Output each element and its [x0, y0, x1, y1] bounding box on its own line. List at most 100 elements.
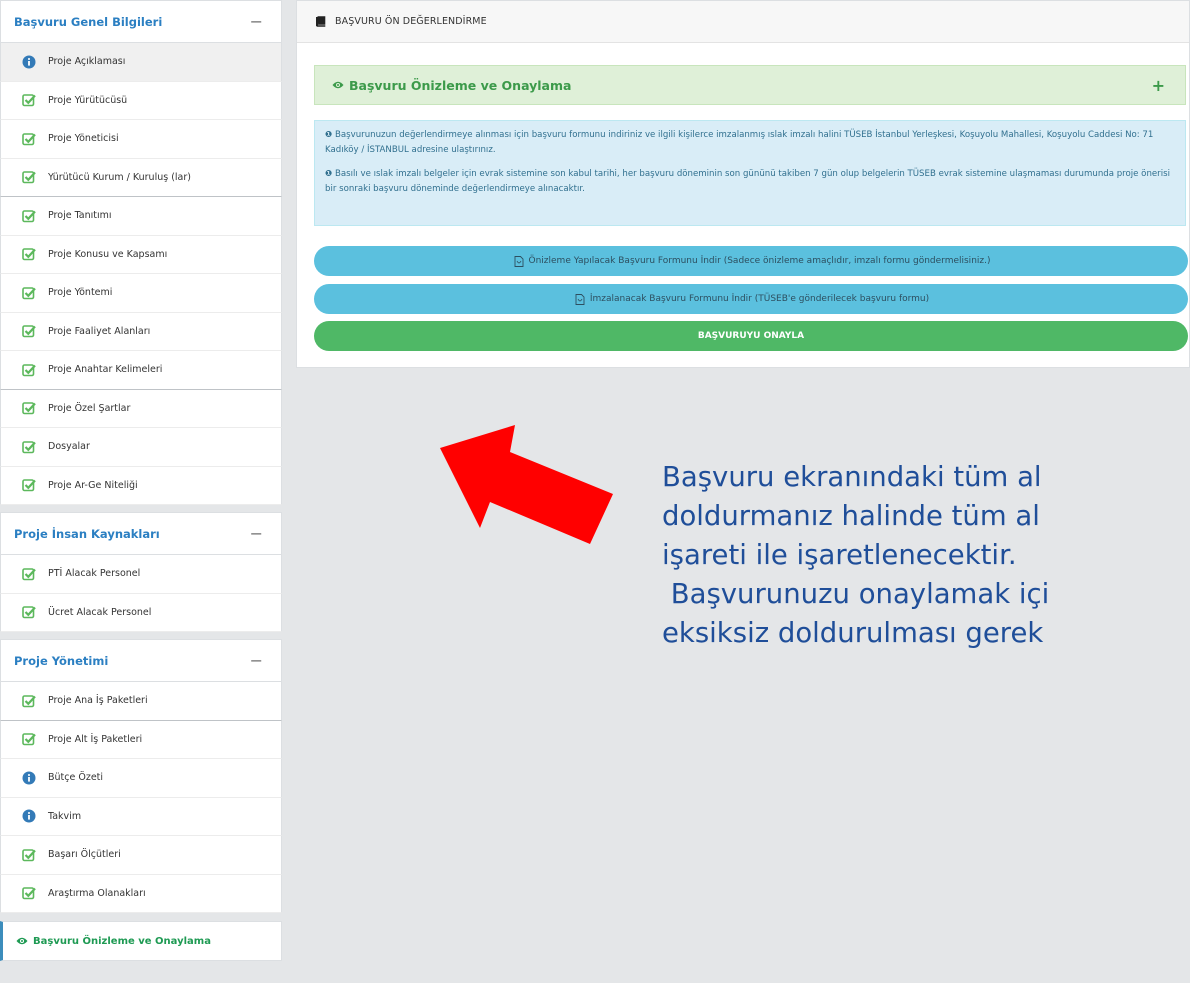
sidebar-item-dosyalar[interactable]: Dosyalar: [0, 428, 282, 467]
info-text-1: Başvurunuzun değerlendirmeye alınması iç…: [325, 130, 1154, 155]
check-icon: [22, 132, 36, 146]
sidebar-item-proje-ozel-sartlar[interactable]: Proje Özel Şartlar: [0, 389, 282, 428]
check-icon: [22, 93, 36, 107]
sidebar-item-label: Proje Konusu ve Kapsamı: [48, 248, 168, 260]
info-paragraph: ❶ Basılı ve ıslak imzalı belgeler için e…: [325, 167, 1175, 197]
approve-application-button[interactable]: BAŞVURUYU ONAYLA: [314, 321, 1188, 351]
button-label: BAŞVURUYU ONAYLA: [697, 331, 805, 341]
expand-icon[interactable]: +: [1152, 76, 1165, 95]
panel-header: BAŞVURU ÖN DEĞERLENDİRME: [297, 1, 1189, 43]
annotation-line: doldurmanız halinde tüm al: [662, 500, 1040, 532]
button-label: Önizleme Yapılacak Başvuru Formunu İndir…: [528, 256, 991, 266]
sidebar-item-label: Takvim: [48, 810, 82, 822]
sidebar-item-label: Proje Özel Şartlar: [48, 402, 131, 414]
sidebar-item-label: Proje Alt İş Paketleri: [48, 733, 143, 745]
sidebar-item-proje-yoneticisi[interactable]: Proje Yöneticisi: [0, 120, 282, 159]
sidebar-item-proje-faaliyet-alanlari[interactable]: Proje Faaliyet Alanları: [0, 312, 282, 351]
check-icon: [22, 401, 36, 415]
sidebar-item-proje-yurutucusu[interactable]: Proje Yürütücüsü: [0, 81, 282, 120]
sidebar-item-pti-alacak-personel[interactable]: PTİ Alacak Personel: [0, 555, 282, 594]
annotation-line: işareti ile işaretlenecektir.: [662, 539, 1017, 571]
sidebar-item-label: Yürütücü Kurum / Kuruluş (lar): [48, 171, 191, 183]
preview-approval-box[interactable]: Başvuru Önizleme ve Onaylama +: [314, 65, 1186, 105]
annotation-text: Başvuru ekranındaki tüm al doldurmanız h…: [662, 458, 1190, 653]
sidebar-item-label: Başarı Ölçütleri: [48, 849, 121, 861]
check-icon: [22, 324, 36, 338]
sidebar-item-label: Proje Faaliyet Alanları: [48, 325, 151, 337]
sidebar-item-label: Proje Ana İş Paketleri: [48, 695, 148, 707]
section-header-proje-yonetimi[interactable]: Proje Yönetimi −: [0, 639, 282, 682]
collapse-icon[interactable]: −: [250, 652, 263, 669]
sidebar-item-label: Ücret Alacak Personel: [48, 606, 152, 618]
check-icon: [22, 247, 36, 261]
sidebar-item-basvuru-onizleme[interactable]: Başvuru Önizleme ve Onaylama: [0, 921, 282, 961]
check-icon: [22, 886, 36, 900]
sidebar-item-label: Proje Yöneticisi: [48, 133, 119, 145]
sidebar-item-proje-ana-is-paketleri[interactable]: Proje Ana İş Paketleri: [0, 682, 282, 721]
check-icon: [22, 286, 36, 300]
sidebar-item-butce-ozeti[interactable]: Bütçe Özeti: [0, 759, 282, 798]
section-title: Başvuru Genel Bilgileri: [14, 14, 163, 29]
sidebar-item-arastirma-olanaklari[interactable]: Araştırma Olanakları: [0, 874, 282, 913]
sidebar-item-label: Bütçe Özeti: [48, 772, 104, 784]
check-icon: [22, 363, 36, 377]
sidebar-item-label: Araştırma Olanakları: [48, 887, 146, 899]
button-label: İmzalanacak Başvuru Formunu İndir (TÜSEB…: [589, 294, 930, 304]
check-icon: [22, 440, 36, 454]
sidebar: Başvuru Genel Bilgileri − Proje Açıklama…: [0, 0, 282, 983]
info-icon: [22, 809, 36, 823]
sidebar-item-proje-tanitimi[interactable]: Proje Tanıtımı: [0, 197, 282, 236]
collapse-icon[interactable]: −: [250, 525, 263, 542]
info-text-2: Basılı ve ıslak imzalı belgeler için evr…: [325, 169, 1170, 194]
check-icon: [22, 170, 36, 184]
section-title: Proje Yönetimi: [14, 653, 109, 668]
sidebar-item-takvim[interactable]: Takvim: [0, 797, 282, 836]
pdf-file-icon: [512, 254, 526, 268]
info-paragraph: ❶ Başvurunuzun değerlendirmeye alınması …: [325, 128, 1175, 158]
sidebar-item-proje-anahtar-kelimeleri[interactable]: Proje Anahtar Kelimeleri: [0, 351, 282, 390]
annotation-line: Başvuru ekranındaki tüm al: [662, 461, 1042, 493]
sidebar-item-label: Proje Ar-Ge Niteliği: [48, 479, 138, 491]
red-arrow-icon: [440, 425, 613, 544]
sidebar-item-label: Proje Tanıtımı: [48, 210, 112, 222]
sidebar-item-basari-olcutleri[interactable]: Başarı Ölçütleri: [0, 836, 282, 875]
sidebar-item-label: Başvuru Önizleme ve Onaylama: [33, 935, 211, 947]
sidebar-item-proje-alt-is-paketleri[interactable]: Proje Alt İş Paketleri: [0, 720, 282, 759]
section-title: Proje İnsan Kaynakları: [14, 526, 160, 541]
info-alert: ❶ Başvurunuzun değerlendirmeye alınması …: [314, 120, 1186, 226]
main-panel: BAŞVURU ÖN DEĞERLENDİRME Başvuru Önizlem…: [296, 0, 1190, 368]
sidebar-item-ucret-alacak-personel[interactable]: Ücret Alacak Personel: [0, 593, 282, 632]
sidebar-item-label: Proje Yöntemi: [48, 287, 113, 299]
info-icon: ❶: [325, 130, 333, 140]
sidebar-item-proje-yontemi[interactable]: Proje Yöntemi: [0, 274, 282, 313]
section-header-basvuru-genel-bilgileri[interactable]: Başvuru Genel Bilgileri −: [0, 0, 282, 43]
check-icon: [22, 848, 36, 862]
eye-icon: [331, 78, 345, 92]
sidebar-item-label: Proje Açıklaması: [48, 56, 126, 68]
pdf-file-icon: [573, 292, 587, 306]
info-icon: [22, 55, 36, 69]
annotation-line: Başvurunuzu onaylamak içi: [662, 578, 1050, 610]
sidebar-item-yurutucu-kurum[interactable]: Yürütücü Kurum / Kuruluş (lar): [0, 158, 282, 197]
check-icon: [22, 567, 36, 581]
sidebar-item-proje-ar-ge-niteligi[interactable]: Proje Ar-Ge Niteliği: [0, 466, 282, 505]
download-signed-form-button[interactable]: İmzalanacak Başvuru Formunu İndir (TÜSEB…: [314, 284, 1188, 314]
section-header-proje-insan-kaynaklari[interactable]: Proje İnsan Kaynakları −: [0, 512, 282, 555]
sidebar-item-proje-aciklamasi[interactable]: Proje Açıklaması: [0, 43, 282, 82]
preview-title-wrap: Başvuru Önizleme ve Onaylama: [331, 78, 571, 93]
sidebar-item-proje-konusu[interactable]: Proje Konusu ve Kapsamı: [0, 235, 282, 274]
check-icon: [22, 732, 36, 746]
preview-title: Başvuru Önizleme ve Onaylama: [349, 77, 572, 93]
panel-title: BAŞVURU ÖN DEĞERLENDİRME: [335, 16, 487, 27]
check-icon: [22, 694, 36, 708]
check-icon: [22, 478, 36, 492]
info-icon: ❶: [325, 169, 333, 179]
eye-icon: [15, 934, 29, 948]
download-preview-form-button[interactable]: Önizleme Yapılacak Başvuru Formunu İndir…: [314, 246, 1188, 276]
sidebar-item-label: PTİ Alacak Personel: [48, 568, 141, 580]
collapse-icon[interactable]: −: [250, 13, 263, 30]
book-icon: [313, 15, 327, 29]
sidebar-item-label: Dosyalar: [48, 441, 90, 453]
